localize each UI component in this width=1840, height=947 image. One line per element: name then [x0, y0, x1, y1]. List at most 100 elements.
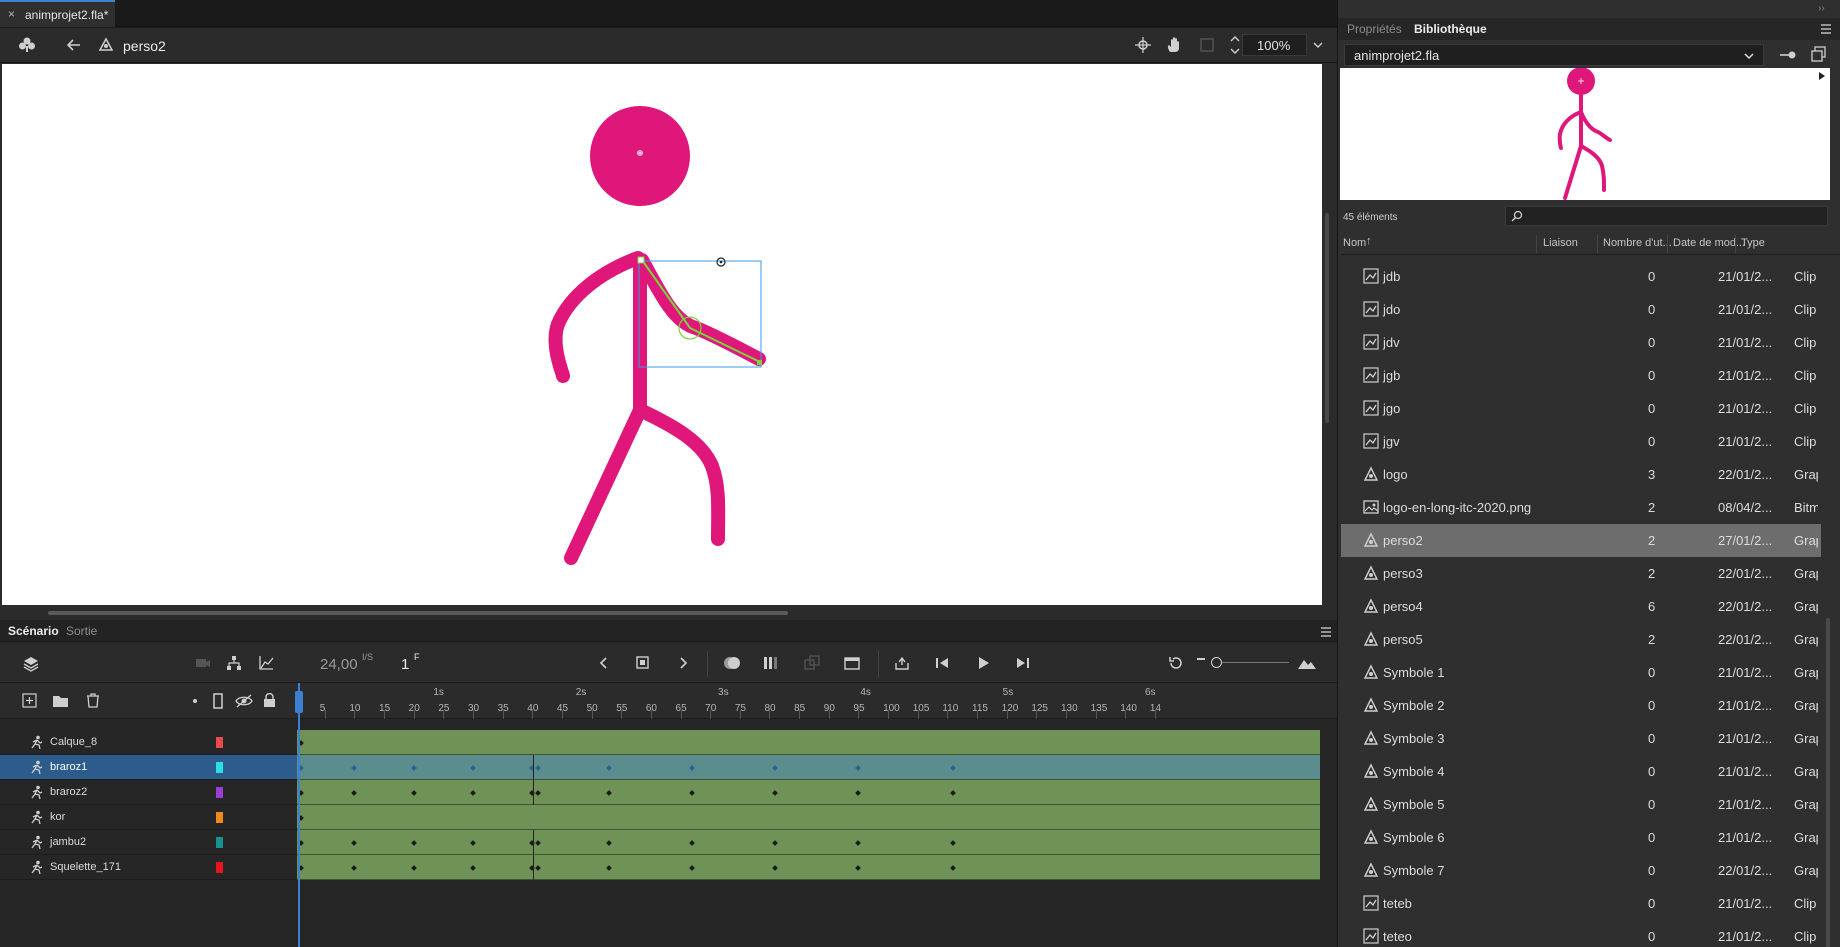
document-tab[interactable]: × animprojet2.fla* — [0, 0, 115, 27]
frame-grid[interactable] — [297, 730, 1337, 947]
edit-multiple-frames-icon[interactable] — [763, 655, 779, 671]
keyframe[interactable] — [950, 840, 957, 846]
create-tween-icon[interactable] — [844, 655, 860, 671]
frame-track[interactable] — [297, 730, 1320, 755]
layer-row[interactable]: Calque_8 — [0, 730, 297, 755]
library-document-select[interactable]: animprojet2.fla — [1344, 44, 1764, 66]
chevron-down-icon[interactable] — [1312, 40, 1324, 50]
library-item[interactable]: teteb 0 21/01/2... Clip — [1341, 887, 1821, 920]
zoom-in-mountains-icon[interactable] — [1297, 655, 1317, 671]
new-layer-icon[interactable] — [22, 693, 37, 708]
collapse-panel-icon[interactable]: ›› — [1818, 3, 1825, 14]
keyframe[interactable] — [772, 765, 779, 771]
library-item[interactable]: Symbole 7 0 22/01/2... Graphique — [1341, 854, 1821, 887]
ease-graph-icon[interactable] — [258, 655, 274, 671]
lock-icon[interactable] — [263, 693, 276, 708]
keyframe[interactable] — [606, 840, 613, 846]
paste-frames-icon[interactable] — [804, 655, 820, 671]
column-name[interactable]: Nom — [1343, 237, 1366, 249]
timeline-menu-icon[interactable] — [1320, 627, 1332, 637]
keyframe[interactable] — [351, 765, 358, 771]
frame-track[interactable] — [297, 805, 1320, 830]
playhead[interactable] — [298, 683, 300, 947]
close-icon[interactable]: × — [8, 7, 15, 21]
tab-scenario[interactable]: Scénario — [8, 624, 59, 638]
keyframe[interactable] — [470, 765, 476, 771]
scene-icon[interactable] — [18, 36, 36, 54]
keyframe[interactable] — [351, 790, 358, 796]
center-stage-icon[interactable] — [1135, 37, 1151, 53]
library-scrollbar[interactable] — [1826, 618, 1830, 947]
library-item[interactable]: jgo 0 21/01/2... Clip — [1341, 392, 1821, 425]
outline-icon[interactable] — [213, 693, 223, 709]
library-item[interactable]: Symbole 4 0 21/01/2... Graphique — [1341, 755, 1821, 788]
library-item[interactable]: Symbole 6 0 21/01/2... Graphique — [1341, 821, 1821, 854]
keyframe[interactable] — [606, 865, 613, 871]
keyframe[interactable] — [689, 865, 696, 871]
layers-icon[interactable] — [22, 655, 40, 673]
clip-icon[interactable] — [1200, 38, 1214, 52]
frame-zoom-slider[interactable] — [1213, 662, 1289, 663]
library-item[interactable]: perso2 2 27/01/2... Graphique — [1341, 524, 1821, 557]
highlight-icon[interactable] — [193, 699, 197, 703]
keyframe[interactable] — [855, 790, 862, 796]
step-back-icon[interactable] — [935, 656, 951, 670]
trash-icon[interactable] — [86, 693, 100, 708]
keyframe[interactable] — [535, 790, 542, 796]
keyframe[interactable] — [470, 865, 476, 871]
layer-color-swatch[interactable] — [216, 862, 223, 873]
next-keyframe-icon[interactable] — [677, 656, 689, 670]
layer-row[interactable]: braroz2 — [0, 780, 297, 805]
stage-horizontal-scrollbar[interactable] — [48, 611, 788, 615]
keyframe[interactable] — [410, 840, 417, 846]
library-item[interactable]: teteo 0 21/01/2... Clip — [1341, 920, 1821, 947]
keyframe[interactable] — [689, 790, 696, 796]
library-item-list[interactable]: jdb 0 21/01/2... Clip jdo 0 21/01/2... Clip jdv 0… — [1341, 260, 1821, 947]
new-folder-icon[interactable] — [52, 694, 69, 708]
library-item[interactable]: jgv 0 21/01/2... Clip — [1341, 425, 1821, 458]
library-item[interactable]: logo 3 22/01/2... Graphique — [1341, 458, 1821, 491]
layer-color-swatch[interactable] — [216, 787, 223, 798]
library-item[interactable]: perso3 2 22/01/2... Graphique — [1341, 557, 1821, 590]
step-forward-icon[interactable] — [1014, 656, 1030, 670]
zoom-stepper-icon[interactable] — [1229, 32, 1241, 58]
zoom-out-icon[interactable] — [1197, 658, 1205, 660]
new-library-panel-icon[interactable] — [1811, 46, 1827, 62]
layer-row[interactable]: Squelette_171 — [0, 855, 297, 880]
column-use-count[interactable]: Nombre d'ut... — [1603, 237, 1672, 249]
sort-ascending-icon[interactable]: ↑ — [1366, 235, 1372, 247]
stage-canvas[interactable] — [2, 64, 1322, 605]
pin-icon[interactable] — [1779, 47, 1797, 63]
zoom-field[interactable]: 100% — [1242, 34, 1307, 56]
frame-ruler[interactable]: 5 10 15 20 25 30 35 40 45 50 55 60 65 70 75 80 85 90 95 100… — [297, 683, 1337, 719]
library-item[interactable]: Symbole 3 0 21/01/2... Graphique — [1341, 722, 1821, 755]
layer-color-swatch[interactable] — [216, 812, 223, 823]
play-preview-icon[interactable] — [1818, 71, 1826, 81]
layer-row[interactable]: kor — [0, 805, 297, 830]
library-item[interactable]: Symbole 2 0 21/01/2... Graphique — [1341, 689, 1821, 722]
layer-row[interactable]: jambu2 — [0, 830, 297, 855]
keyframe[interactable] — [855, 865, 862, 871]
keyframe[interactable] — [689, 840, 696, 846]
play-icon[interactable] — [976, 656, 990, 670]
library-item[interactable]: jdo 0 21/01/2... Clip — [1341, 293, 1821, 326]
previous-keyframe-icon[interactable] — [598, 656, 610, 670]
keyframe[interactable] — [535, 765, 542, 771]
column-linkage[interactable]: Liaison — [1543, 237, 1578, 249]
stick-figure-drawing[interactable] — [2, 64, 1322, 605]
keyframe[interactable] — [410, 765, 417, 771]
keyframe[interactable] — [772, 840, 779, 846]
layer-color-swatch[interactable] — [216, 837, 223, 848]
layer-hierarchy-icon[interactable] — [226, 655, 242, 671]
layer-row[interactable]: braroz1 — [0, 755, 297, 780]
library-item[interactable]: logo-en-long-itc-2020.png 2 08/04/2... Bitm… — [1341, 491, 1821, 524]
keyframe[interactable] — [535, 865, 542, 871]
library-item[interactable]: jdv 0 21/01/2... Clip — [1341, 326, 1821, 359]
frame-track[interactable] — [297, 830, 1320, 855]
fps-value[interactable]: 24,00 — [320, 656, 358, 673]
frame-track[interactable] — [297, 755, 1320, 780]
onion-skin-icon[interactable] — [723, 655, 741, 671]
eye-hidden-icon[interactable] — [235, 694, 253, 708]
back-arrow-icon[interactable] — [66, 37, 82, 53]
keyframe[interactable] — [470, 790, 476, 796]
